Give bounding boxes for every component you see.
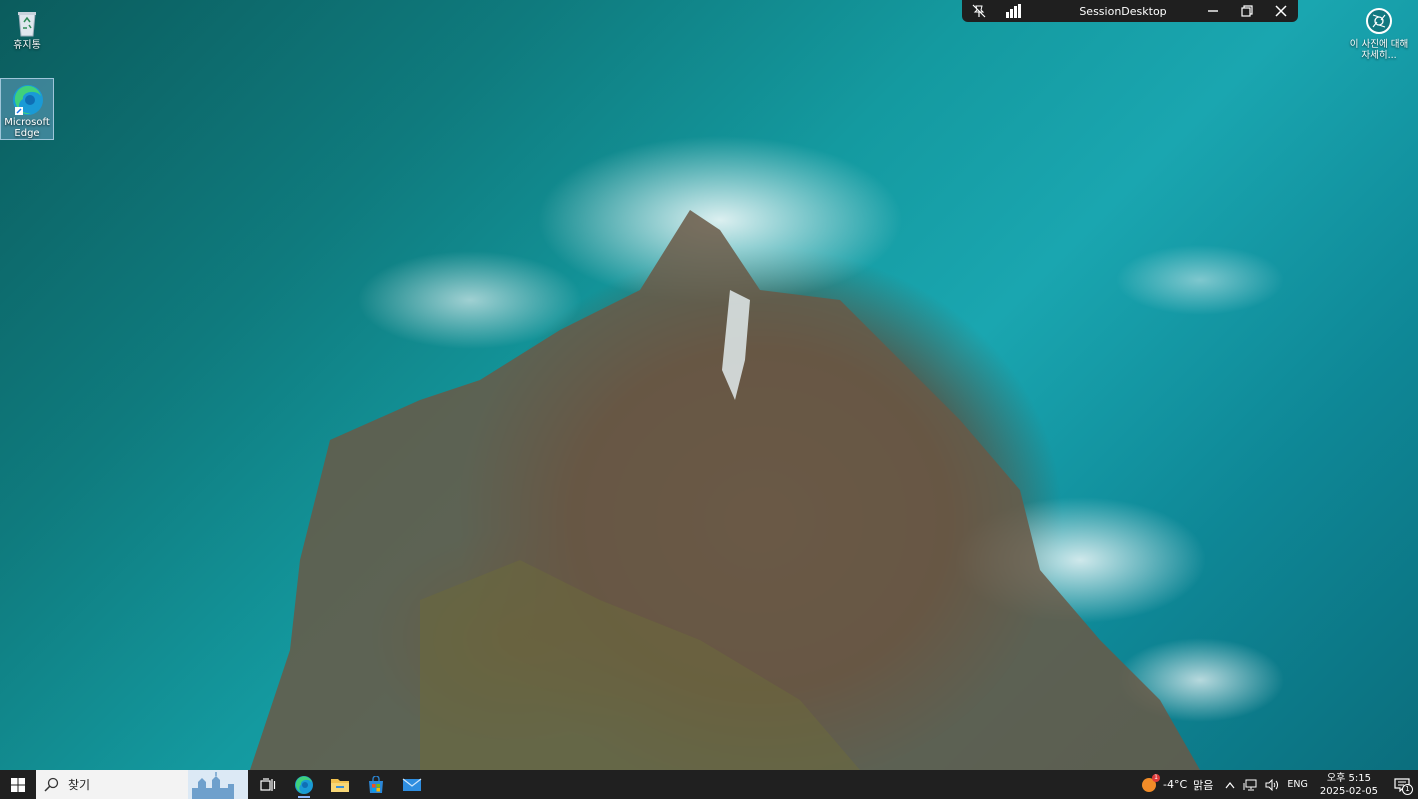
clock-time: 오후 5:15 — [1326, 772, 1371, 784]
edge-icon — [11, 83, 43, 115]
search-highlight-illustration-icon — [188, 770, 248, 799]
session-title: SessionDesktop — [1079, 4, 1167, 18]
taskbar-file-explorer-button[interactable] — [322, 770, 358, 799]
edge-icon — [295, 775, 313, 794]
taskbar-store-button[interactable] — [358, 770, 394, 799]
system-tray: 1 -4°C 맑음 ENG 오후 5:15 2025-02-05 1 — [1137, 770, 1418, 799]
start-button[interactable] — [0, 770, 36, 799]
desktop-icon-label: 휴지통 — [13, 40, 41, 51]
clock-date: 2025-02-05 — [1319, 785, 1378, 797]
task-view-button[interactable] — [250, 770, 286, 799]
sun-icon: 1 — [1141, 773, 1160, 793]
mail-icon — [402, 778, 422, 791]
taskbar-search-box[interactable]: 찾기 — [36, 770, 248, 799]
wallpaper-rock-shape — [250, 210, 1200, 770]
taskbar-edge-button[interactable] — [286, 770, 322, 799]
file-explorer-icon — [331, 778, 349, 792]
unpin-icon — [972, 4, 986, 18]
desktop-icon-label: Microsoft Edge — [4, 117, 50, 139]
weather-temp: -4°C — [1162, 778, 1188, 791]
minimize-button[interactable] — [1196, 0, 1230, 22]
desktop-icon-recycle-bin[interactable]: 휴지통 — [0, 2, 54, 54]
speaker-icon — [1265, 778, 1279, 791]
photo-info-button[interactable]: 이 사진에 대해 자세히... — [1346, 8, 1412, 61]
network-icon — [1243, 779, 1257, 790]
taskbar-mail-button[interactable] — [394, 770, 430, 799]
task-view-icon — [260, 777, 276, 791]
windows-logo-icon — [11, 777, 25, 792]
show-hidden-icons-button[interactable] — [1221, 770, 1239, 799]
taskbar: 찾기 1 -4°C 맑음 ENG 오후 5:15 2025-02-05 1 — [0, 770, 1418, 799]
notification-count: 1 — [1402, 784, 1413, 795]
weather-widget[interactable]: 1 -4°C 맑음 — [1137, 770, 1221, 799]
notification-center-button[interactable]: 1 — [1386, 770, 1418, 799]
connection-quality-button[interactable] — [996, 0, 1030, 22]
chevron-up-icon — [1225, 781, 1235, 788]
remote-session-bar: SessionDesktop — [962, 0, 1298, 22]
restore-button[interactable] — [1230, 0, 1264, 22]
clock-button[interactable]: 오후 5:15 2025-02-05 — [1312, 770, 1386, 799]
close-button[interactable] — [1264, 0, 1298, 22]
search-placeholder: 찾기 — [68, 778, 91, 792]
weather-condition: 맑음 — [1193, 778, 1214, 792]
close-icon — [1275, 5, 1287, 17]
minimize-icon — [1208, 10, 1218, 12]
restore-icon — [1241, 5, 1253, 17]
unpin-button[interactable] — [962, 0, 996, 22]
network-button[interactable] — [1239, 770, 1261, 799]
recycle-bin-icon — [11, 6, 43, 38]
volume-button[interactable] — [1261, 770, 1283, 799]
search-icon — [44, 777, 59, 792]
input-language-button[interactable]: ENG — [1283, 770, 1311, 799]
desktop-icon-microsoft-edge[interactable]: Microsoft Edge — [0, 78, 54, 140]
weather-badge: 1 — [1151, 773, 1160, 782]
language-indicator: ENG — [1287, 779, 1308, 790]
signal-bars-icon — [1006, 4, 1021, 18]
camera-info-icon — [1366, 8, 1392, 34]
store-icon — [369, 775, 383, 793]
photo-info-label: 이 사진에 대해 자세히... — [1349, 39, 1409, 61]
